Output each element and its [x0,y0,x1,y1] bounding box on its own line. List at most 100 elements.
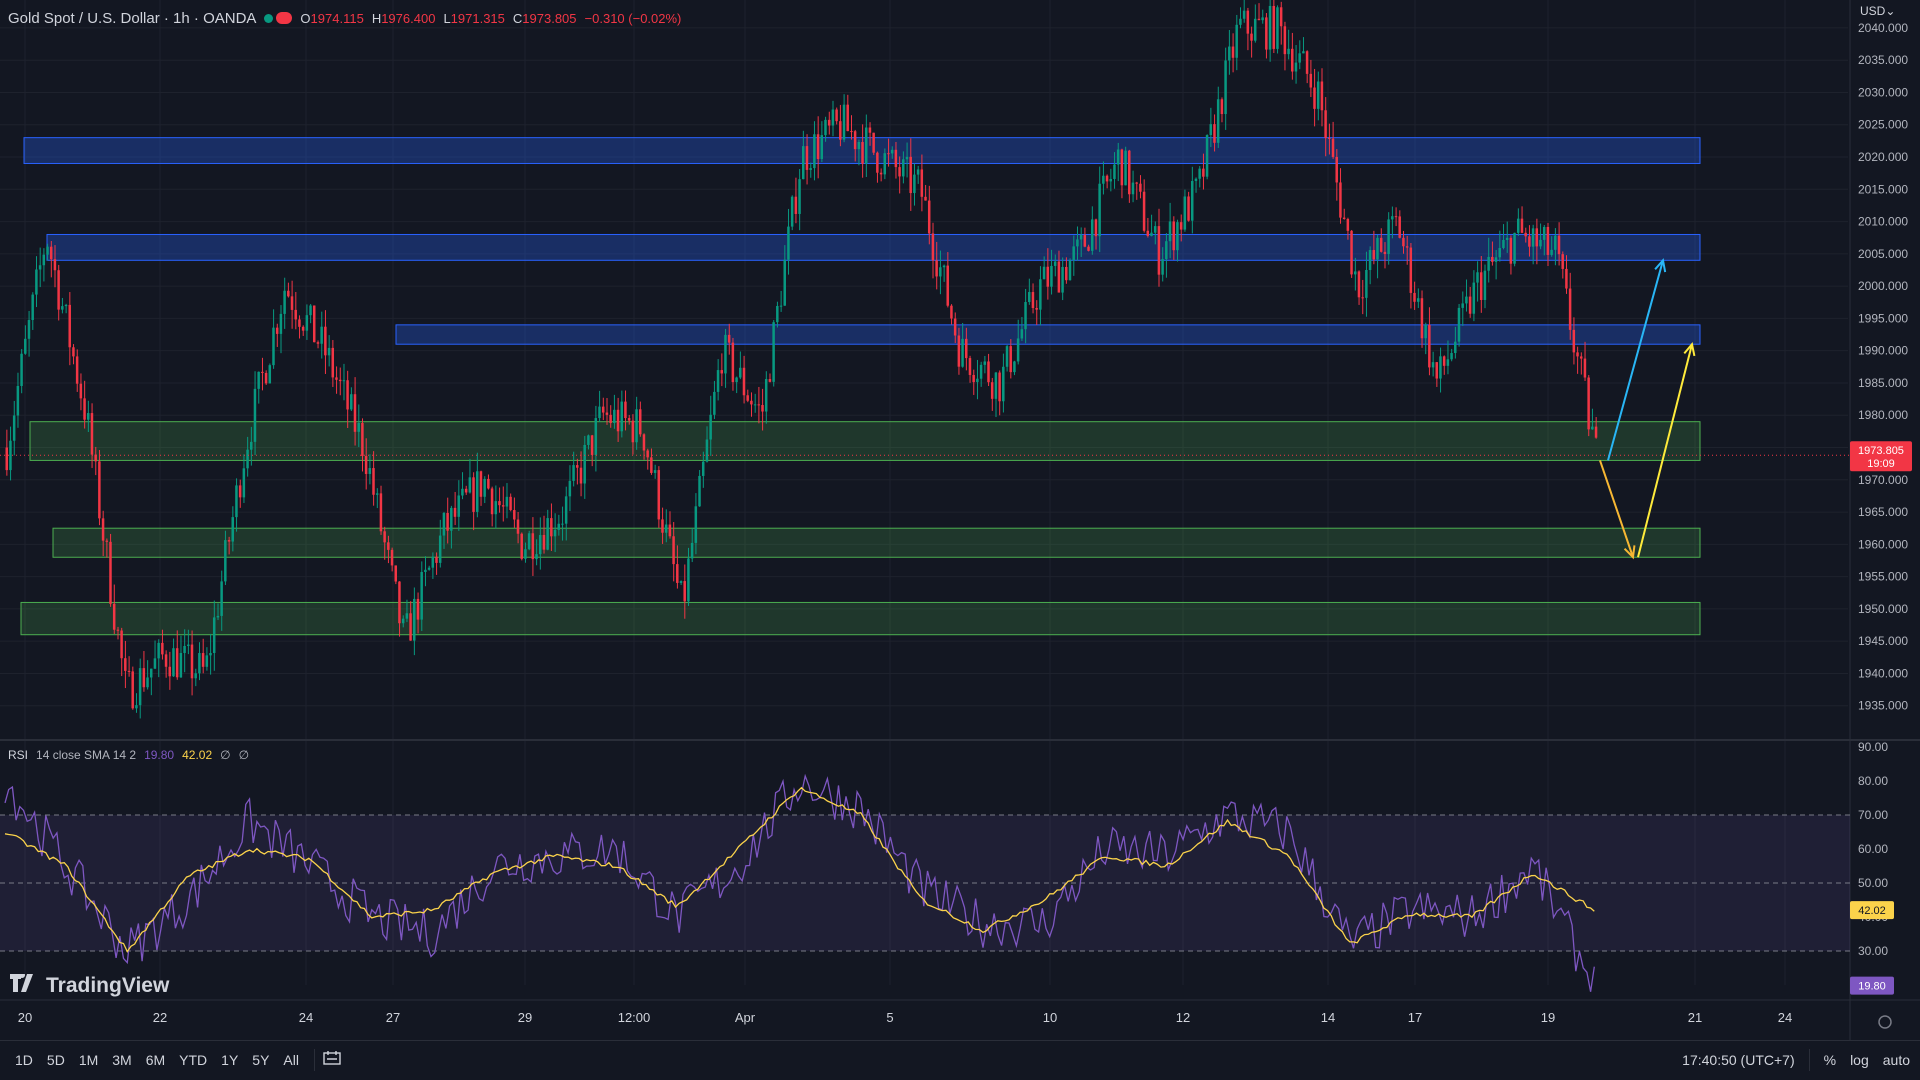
clock-timezone[interactable]: 17:40:50 (UTC+7) [1682,1052,1794,1068]
candle-body [1335,156,1338,183]
candle-body [1172,221,1175,251]
candle-body [998,372,1001,402]
candle-body [709,414,712,440]
candle-body [676,564,679,583]
candle-body [1183,196,1187,230]
candle-body [1168,221,1172,242]
candle-body [90,413,94,455]
candle-body [1239,18,1242,25]
candle-body [1457,307,1461,342]
candle-body [1568,288,1572,330]
timeframe-3m[interactable]: 3M [105,1052,138,1068]
candle-body [576,465,579,468]
candle-body [357,422,360,432]
candle-body [1479,272,1483,300]
candle-body [53,259,57,271]
candle-body [868,127,872,133]
candle-body [1298,53,1301,63]
candle-body [390,549,394,566]
candle-body [1391,216,1394,220]
candle-body [468,477,472,493]
timeframe-5y[interactable]: 5Y [245,1052,276,1068]
zone-resistance [46,233,1701,261]
time-tick-label: 10 [1043,1010,1057,1025]
percent-scale-toggle[interactable]: % [1824,1052,1836,1068]
rsi-tick-label: 80.00 [1858,774,1888,788]
symbol-header: Gold Spot / U.S. Dollar · 1h · OANDA O19… [8,8,681,28]
candle-body [813,134,816,169]
candle-body [1027,292,1031,303]
symbol-title[interactable]: Gold Spot / U.S. Dollar · 1h · OANDA [8,10,256,27]
timeframe-1m[interactable]: 1M [72,1052,105,1068]
rsi-legend-name[interactable]: RSI [8,748,28,762]
candle-body [664,524,668,533]
candle-body [1346,219,1350,231]
candle-body [598,406,601,419]
rsi-legend-sma: 42.02 [182,748,213,762]
candle-body [87,413,90,420]
candle-body [583,444,586,484]
candle-body [590,435,594,455]
timeframe-5d[interactable]: 5D [40,1052,72,1068]
candle-body [1228,46,1231,61]
candle-body [1572,329,1576,353]
candle-body [1316,81,1320,109]
candle-body [1565,268,1568,289]
log-scale-toggle[interactable]: log [1850,1052,1869,1068]
price-tick-label: 1935.000 [1858,699,1908,713]
time-tick-label: Apr [735,1010,756,1025]
candle-body [683,581,686,602]
chart-canvas[interactable]: 1935.000 1940.000 1945.000 1950.000 1955.000… [0,0,1920,1080]
candle-body [1198,168,1201,179]
price-tick-label: 1945.000 [1858,634,1908,648]
candle-body [987,361,990,383]
candle-body [27,320,31,339]
candle-body [364,456,368,474]
candle-body [1268,5,1272,50]
candle-body [857,142,861,150]
candle-body [257,371,260,389]
candle-body [320,326,323,344]
candle-body [446,512,449,531]
candle-body [579,467,583,484]
ohlc-high-key: H [371,10,382,26]
timeframe-1d[interactable]: 1D [8,1052,40,1068]
time-tick-label: 27 [386,1010,400,1025]
candle-body [853,131,857,150]
price-tick-label: 1955.000 [1858,570,1908,584]
candle-body [194,673,197,679]
time-tick-label: 24 [1778,1010,1792,1025]
currency-selector[interactable]: USD⌄ [1860,4,1895,18]
candle-body [1454,341,1457,354]
candle-body [1494,257,1498,262]
candle-body [124,658,127,671]
timeframe-all[interactable]: All [276,1052,306,1068]
candle-body [661,519,664,533]
ohlc-close-value: 1973.805 [522,10,577,26]
alert-icon[interactable] [276,12,293,24]
price-tick-label: 1950.000 [1858,602,1908,616]
candle-body [1476,272,1479,283]
candle-body [179,652,183,678]
candle-body [1357,271,1361,298]
candle-body [613,409,616,424]
candle-body [183,645,186,653]
timeframe-6m[interactable]: 6M [139,1052,172,1068]
time-tick-label: 12:00 [618,1010,651,1025]
last-price-label: 1973.805 [1858,445,1904,457]
candle-body [116,629,120,631]
settings-gear-icon[interactable] [1878,1015,1892,1029]
auto-scale-toggle[interactable]: auto [1883,1052,1910,1068]
candle-body [420,572,423,620]
candle-body [1579,356,1583,359]
timeframe-ytd[interactable]: YTD [172,1052,214,1068]
candle-body [1009,346,1012,373]
toolbar-divider [313,1049,315,1071]
candle-body [742,367,746,396]
timeframe-1y[interactable]: 1Y [214,1052,245,1068]
candle-body [694,506,698,543]
time-tick-label: 5 [886,1010,893,1025]
date-range-icon[interactable] [323,1050,341,1071]
candle-body [794,196,798,214]
candle-body [450,507,453,531]
